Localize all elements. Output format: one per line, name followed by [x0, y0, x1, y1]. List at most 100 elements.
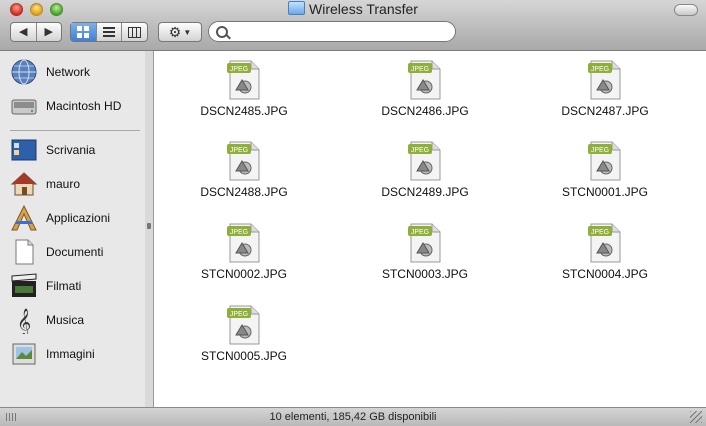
file-item[interactable]: JPEG STCN0002.JPG: [189, 223, 299, 293]
sidebar-item-scrivania[interactable]: Scrivania: [10, 135, 142, 165]
sidebar-item-macintosh-hd[interactable]: Macintosh HD: [10, 91, 142, 121]
jpeg-file-icon: JPEG: [408, 60, 441, 100]
finder-window: Wireless Transfer ◀ ▶ ⚙ ▼ Network Macint…: [0, 0, 706, 426]
forward-button[interactable]: ▶: [35, 23, 62, 41]
search-input[interactable]: [233, 24, 452, 40]
file-item[interactable]: JPEG STCN0005.JPG: [189, 305, 299, 375]
file-item[interactable]: JPEG DSCN2487.JPG: [550, 60, 660, 130]
jpeg-file-icon: JPEG: [227, 305, 260, 345]
chevron-down-icon: ▼: [183, 27, 192, 37]
window-title-text: Wireless Transfer: [309, 1, 418, 17]
list-view-button[interactable]: [95, 23, 122, 41]
sidebar: Network Macintosh HD Scrivania mauro App…: [0, 51, 145, 407]
sidebar-item-applicazioni[interactable]: Applicazioni: [10, 203, 142, 233]
resize-grip-icon: [147, 223, 151, 229]
column-view-icon: [128, 26, 142, 38]
sidebar-item-mauro[interactable]: mauro: [10, 169, 142, 199]
sidebar-item-label: Immagini: [46, 347, 95, 361]
view-switcher: [70, 22, 148, 42]
file-name: DSCN2487.JPG: [561, 104, 649, 118]
file-name: STCN0001.JPG: [561, 185, 649, 199]
title-toolbar: Wireless Transfer ◀ ▶ ⚙ ▼: [0, 0, 706, 51]
sidebar-item-label: Network: [46, 65, 91, 79]
file-name: STCN0002.JPG: [200, 267, 288, 281]
file-type-badge: JPEG: [230, 311, 248, 318]
sidebar-item-label: Documenti: [46, 245, 104, 259]
jpeg-file-icon: JPEG: [588, 223, 621, 263]
jpeg-file-icon: JPEG: [227, 60, 260, 100]
file-item[interactable]: JPEG STCN0004.JPG: [550, 223, 660, 293]
sidebar-item-network[interactable]: Network: [10, 57, 142, 87]
file-item[interactable]: JPEG STCN0003.JPG: [370, 223, 480, 293]
icon-view-button[interactable]: [71, 23, 96, 41]
file-item[interactable]: JPEG DSCN2489.JPG: [370, 141, 480, 211]
file-type-badge: JPEG: [411, 66, 429, 73]
file-item[interactable]: JPEG DSCN2485.JPG: [189, 60, 299, 130]
sidebar-item-label: mauro: [46, 177, 81, 191]
hard-disk-icon: [11, 99, 37, 115]
sidebar-divider: [10, 130, 140, 131]
pictures-icon: [12, 343, 36, 365]
sidebar-item-immagini[interactable]: Immagini: [10, 339, 142, 369]
sidebar-item-filmati[interactable]: Filmati: [10, 271, 142, 301]
jpeg-file-icon: JPEG: [588, 60, 621, 100]
file-type-badge: JPEG: [230, 229, 248, 236]
file-browser: JPEG DSCN2485.JPG JPEG DSCN2486.JPG JPEG DSCN…: [153, 51, 706, 407]
file-name: DSCN2489.JPG: [381, 185, 469, 199]
file-type-badge: JPEG: [411, 147, 429, 154]
file-name: STCN0003.JPG: [381, 267, 469, 281]
jpeg-file-icon: JPEG: [227, 223, 260, 263]
applications-icon: [11, 204, 37, 231]
status-text: 10 elementi, 185,42 GB disponibili: [269, 411, 437, 423]
sidebar-item-label: Scrivania: [46, 143, 96, 157]
action-menu-button[interactable]: ⚙ ▼: [158, 22, 202, 42]
sidebar-item-label: Applicazioni: [46, 211, 111, 225]
gear-icon: ⚙: [168, 23, 182, 40]
column-view-button[interactable]: [121, 23, 147, 41]
file-type-badge: JPEG: [230, 66, 248, 73]
file-type-badge: JPEG: [230, 147, 248, 154]
file-name: STCN0005.JPG: [200, 349, 288, 363]
forward-arrow-icon: ▶: [44, 26, 53, 38]
network-globe-icon: [11, 59, 37, 85]
documents-icon: [15, 239, 34, 265]
home-icon: [10, 172, 38, 196]
search-field[interactable]: [208, 21, 456, 42]
folder-icon: [288, 1, 306, 15]
toolbar-toggle-button[interactable]: [674, 4, 698, 16]
file-name: DSCN2488.JPG: [200, 185, 288, 199]
file-type-badge: JPEG: [591, 229, 609, 236]
status-bar: 10 elementi, 185,42 GB disponibili: [0, 407, 706, 426]
jpeg-file-icon: JPEG: [408, 223, 441, 263]
sidebar-resize-handle[interactable]: [145, 51, 153, 407]
sidebar-item-label: Musica: [46, 313, 85, 327]
window-resize-handle[interactable]: [690, 411, 702, 423]
search-icon: [216, 26, 228, 38]
file-name: STCN0004.JPG: [561, 267, 649, 281]
icon-view-icon: [77, 26, 90, 38]
sidebar-item-musica[interactable]: 𝄞 Musica: [10, 305, 142, 335]
file-type-badge: JPEG: [591, 66, 609, 73]
file-type-badge: JPEG: [591, 147, 609, 154]
file-type-badge: JPEG: [411, 229, 429, 236]
desktop-icon: [11, 139, 37, 161]
jpeg-file-icon: JPEG: [408, 141, 441, 181]
movies-icon: [11, 273, 37, 297]
back-button[interactable]: ◀: [11, 23, 36, 41]
sidebar-item-documenti[interactable]: Documenti: [10, 237, 142, 267]
music-icon: 𝄞: [17, 308, 31, 334]
list-view-icon: [103, 27, 115, 37]
window-title: Wireless Transfer: [0, 1, 706, 17]
file-item[interactable]: JPEG DSCN2486.JPG: [370, 60, 480, 130]
file-item[interactable]: JPEG DSCN2488.JPG: [189, 141, 299, 211]
file-item[interactable]: JPEG STCN0001.JPG: [550, 141, 660, 211]
back-arrow-icon: ◀: [19, 26, 28, 38]
svg-text:𝄞: 𝄞: [17, 308, 31, 334]
file-name: DSCN2485.JPG: [200, 104, 288, 118]
file-name: DSCN2486.JPG: [381, 104, 469, 118]
back-forward-control: ◀ ▶: [10, 22, 62, 42]
sidebar-item-label: Filmati: [46, 279, 82, 293]
jpeg-file-icon: JPEG: [227, 141, 260, 181]
sidebar-item-label: Macintosh HD: [46, 99, 122, 113]
jpeg-file-icon: JPEG: [588, 141, 621, 181]
